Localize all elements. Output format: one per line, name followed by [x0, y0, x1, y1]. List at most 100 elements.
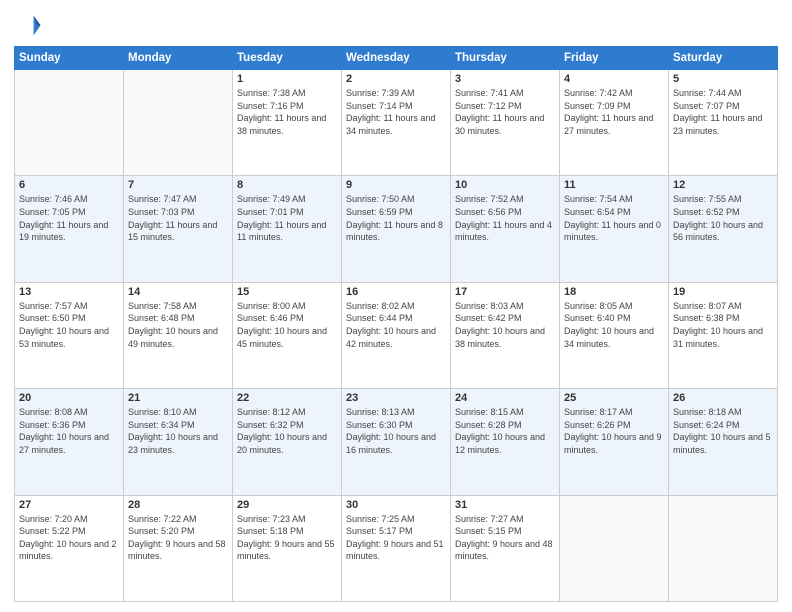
- day-detail: Sunrise: 7:41 AMSunset: 7:12 PMDaylight:…: [455, 87, 555, 137]
- day-of-week-header: Wednesday: [342, 47, 451, 70]
- calendar-cell: 18Sunrise: 8:05 AMSunset: 6:40 PMDayligh…: [560, 282, 669, 388]
- day-detail: Sunrise: 7:52 AMSunset: 6:56 PMDaylight:…: [455, 193, 555, 243]
- day-detail: Sunrise: 7:20 AMSunset: 5:22 PMDaylight:…: [19, 513, 119, 563]
- calendar-body: 1Sunrise: 7:38 AMSunset: 7:16 PMDaylight…: [15, 70, 778, 602]
- calendar-header-row: SundayMondayTuesdayWednesdayThursdayFrid…: [15, 47, 778, 70]
- header: [14, 10, 778, 38]
- day-number: 21: [128, 392, 228, 404]
- day-detail: Sunrise: 7:42 AMSunset: 7:09 PMDaylight:…: [564, 87, 664, 137]
- calendar-cell: 24 Sunrise: 8:15 AMSunset: 6:28 PMDayligh…: [451, 389, 560, 495]
- day-detail: Sunrise: 7:39 AMSunset: 7:14 PMDaylight:…: [346, 87, 446, 137]
- day-number: 10: [455, 179, 555, 191]
- day-number: 22: [237, 392, 337, 404]
- day-detail: Sunrise: 8:13 AMSunset: 6:30 PMDaylight:…: [346, 406, 446, 456]
- day-detail: Sunrise: 7:23 AMSunset: 5:18 PMDaylight:…: [237, 513, 337, 563]
- day-of-week-header: Friday: [560, 47, 669, 70]
- day-number: 28: [128, 499, 228, 511]
- day-detail: Sunrise: 8:18 AMSunset: 6:24 PMDaylight:…: [673, 406, 773, 456]
- day-number: 29: [237, 499, 337, 511]
- day-number: 14: [128, 286, 228, 298]
- calendar-cell: [15, 70, 124, 176]
- logo-icon: [14, 10, 42, 38]
- calendar-cell: [669, 495, 778, 601]
- calendar-cell: 4 Sunrise: 7:42 AMSunset: 7:09 PMDaylight…: [560, 70, 669, 176]
- day-number: 25: [564, 392, 664, 404]
- day-number: 5: [673, 73, 773, 85]
- day-number: 9: [346, 179, 446, 191]
- calendar-week-row: 1Sunrise: 7:38 AMSunset: 7:16 PMDaylight…: [15, 70, 778, 176]
- calendar-cell: 29 Sunrise: 7:23 AMSunset: 5:18 PMDayligh…: [233, 495, 342, 601]
- calendar-cell: 19 Sunrise: 8:07 AMSunset: 6:38 PMDayligh…: [669, 282, 778, 388]
- day-number: 18: [564, 286, 664, 298]
- day-number: 3: [455, 73, 555, 85]
- day-detail: Sunrise: 7:25 AMSunset: 5:17 PMDaylight:…: [346, 513, 446, 563]
- day-detail: Sunrise: 8:17 AMSunset: 6:26 PMDaylight:…: [564, 406, 664, 456]
- page: SundayMondayTuesdayWednesdayThursdayFrid…: [0, 0, 792, 612]
- calendar-cell: 9 Sunrise: 7:50 AMSunset: 6:59 PMDaylight…: [342, 176, 451, 282]
- calendar-cell: 31Sunrise: 7:27 AMSunset: 5:15 PMDayligh…: [451, 495, 560, 601]
- day-detail: Sunrise: 8:07 AMSunset: 6:38 PMDaylight:…: [673, 300, 773, 350]
- calendar-cell: 27 Sunrise: 7:20 AMSunset: 5:22 PMDayligh…: [15, 495, 124, 601]
- calendar-cell: 5Sunrise: 7:44 AMSunset: 7:07 PMDaylight…: [669, 70, 778, 176]
- day-detail: Sunrise: 7:50 AMSunset: 6:59 PMDaylight:…: [346, 193, 446, 243]
- day-number: 6: [19, 179, 119, 191]
- day-number: 30: [346, 499, 446, 511]
- calendar-week-row: 20 Sunrise: 8:08 AMSunset: 6:36 PMDayligh…: [15, 389, 778, 495]
- calendar-week-row: 13 Sunrise: 7:57 AMSunset: 6:50 PMDayligh…: [15, 282, 778, 388]
- calendar-cell: 20 Sunrise: 8:08 AMSunset: 6:36 PMDayligh…: [15, 389, 124, 495]
- day-detail: Sunrise: 8:00 AMSunset: 6:46 PMDaylight:…: [237, 300, 337, 350]
- day-number: 23: [346, 392, 446, 404]
- day-number: 2: [346, 73, 446, 85]
- calendar-cell: 1Sunrise: 7:38 AMSunset: 7:16 PMDaylight…: [233, 70, 342, 176]
- calendar-cell: 26 Sunrise: 8:18 AMSunset: 6:24 PMDayligh…: [669, 389, 778, 495]
- day-of-week-header: Thursday: [451, 47, 560, 70]
- day-number: 17: [455, 286, 555, 298]
- day-detail: Sunrise: 7:54 AMSunset: 6:54 PMDaylight:…: [564, 193, 664, 243]
- calendar-cell: 6 Sunrise: 7:46 AMSunset: 7:05 PMDaylight…: [15, 176, 124, 282]
- calendar-cell: 7Sunrise: 7:47 AMSunset: 7:03 PMDaylight…: [124, 176, 233, 282]
- calendar-cell: 14 Sunrise: 7:58 AMSunset: 6:48 PMDayligh…: [124, 282, 233, 388]
- day-detail: Sunrise: 8:15 AMSunset: 6:28 PMDaylight:…: [455, 406, 555, 456]
- day-number: 4: [564, 73, 664, 85]
- calendar-cell: 2 Sunrise: 7:39 AMSunset: 7:14 PMDaylight…: [342, 70, 451, 176]
- calendar-week-row: 6 Sunrise: 7:46 AMSunset: 7:05 PMDaylight…: [15, 176, 778, 282]
- day-number: 20: [19, 392, 119, 404]
- calendar-cell: 11 Sunrise: 7:54 AMSunset: 6:54 PMDayligh…: [560, 176, 669, 282]
- calendar-cell: 13 Sunrise: 7:57 AMSunset: 6:50 PMDayligh…: [15, 282, 124, 388]
- calendar-cell: 30 Sunrise: 7:25 AMSunset: 5:17 PMDayligh…: [342, 495, 451, 601]
- calendar-cell: 17 Sunrise: 8:03 AMSunset: 6:42 PMDayligh…: [451, 282, 560, 388]
- day-number: 13: [19, 286, 119, 298]
- day-number: 19: [673, 286, 773, 298]
- day-detail: Sunrise: 8:08 AMSunset: 6:36 PMDaylight:…: [19, 406, 119, 456]
- day-detail: Sunrise: 7:49 AMSunset: 7:01 PMDaylight:…: [237, 193, 337, 243]
- calendar-table: SundayMondayTuesdayWednesdayThursdayFrid…: [14, 46, 778, 602]
- calendar-cell: 28 Sunrise: 7:22 AMSunset: 5:20 PMDayligh…: [124, 495, 233, 601]
- calendar-week-row: 27 Sunrise: 7:20 AMSunset: 5:22 PMDayligh…: [15, 495, 778, 601]
- calendar-cell: 12Sunrise: 7:55 AMSunset: 6:52 PMDayligh…: [669, 176, 778, 282]
- calendar-cell: 21 Sunrise: 8:10 AMSunset: 6:34 PMDayligh…: [124, 389, 233, 495]
- day-detail: Sunrise: 7:22 AMSunset: 5:20 PMDaylight:…: [128, 513, 228, 563]
- calendar-cell: 8 Sunrise: 7:49 AMSunset: 7:01 PMDaylight…: [233, 176, 342, 282]
- day-number: 26: [673, 392, 773, 404]
- day-of-week-header: Tuesday: [233, 47, 342, 70]
- day-detail: Sunrise: 8:10 AMSunset: 6:34 PMDaylight:…: [128, 406, 228, 456]
- day-number: 24: [455, 392, 555, 404]
- day-detail: Sunrise: 7:47 AMSunset: 7:03 PMDaylight:…: [128, 193, 228, 243]
- day-number: 1: [237, 73, 337, 85]
- calendar-cell: 15Sunrise: 8:00 AMSunset: 6:46 PMDayligh…: [233, 282, 342, 388]
- calendar-cell: 25 Sunrise: 8:17 AMSunset: 6:26 PMDayligh…: [560, 389, 669, 495]
- calendar-cell: [560, 495, 669, 601]
- day-detail: Sunrise: 7:46 AMSunset: 7:05 PMDaylight:…: [19, 193, 119, 243]
- day-detail: Sunrise: 7:58 AMSunset: 6:48 PMDaylight:…: [128, 300, 228, 350]
- day-number: 8: [237, 179, 337, 191]
- day-detail: Sunrise: 8:03 AMSunset: 6:42 PMDaylight:…: [455, 300, 555, 350]
- day-detail: Sunrise: 8:02 AMSunset: 6:44 PMDaylight:…: [346, 300, 446, 350]
- calendar-cell: 3 Sunrise: 7:41 AMSunset: 7:12 PMDaylight…: [451, 70, 560, 176]
- day-of-week-header: Saturday: [669, 47, 778, 70]
- calendar-cell: 16 Sunrise: 8:02 AMSunset: 6:44 PMDayligh…: [342, 282, 451, 388]
- day-number: 12: [673, 179, 773, 191]
- day-detail: Sunrise: 7:57 AMSunset: 6:50 PMDaylight:…: [19, 300, 119, 350]
- day-number: 27: [19, 499, 119, 511]
- day-number: 16: [346, 286, 446, 298]
- day-number: 11: [564, 179, 664, 191]
